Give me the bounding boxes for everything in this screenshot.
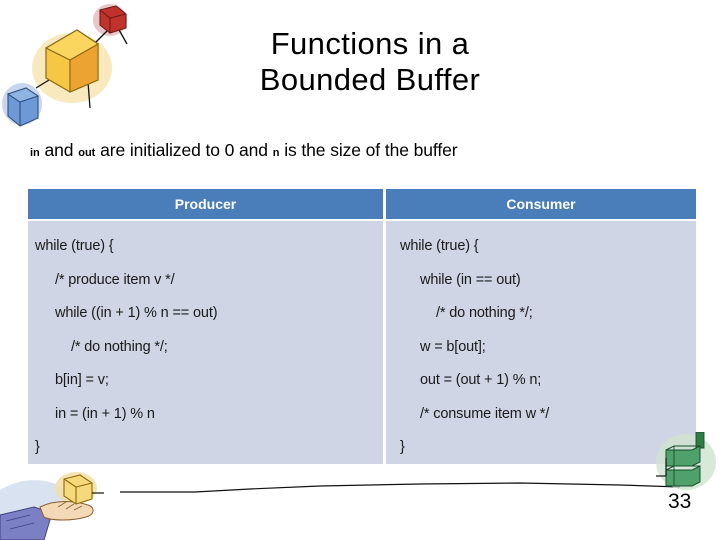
code-line: /* produce item v */ — [55, 271, 175, 288]
column-header-consumer: Consumer — [386, 189, 696, 219]
title-line-2: Bounded Buffer — [259, 62, 481, 97]
subtitle-text: in and out are initialized to 0 and n is… — [30, 140, 690, 161]
column-header-producer: Producer — [28, 189, 383, 219]
table-header-row: Producer Consumer — [28, 189, 696, 219]
code-comparison-table: Producer Consumer while (true) { /* prod… — [28, 189, 696, 464]
code-line: w = b[out]; — [420, 338, 486, 355]
connector-line — [120, 482, 681, 493]
code-line: while (in == out) — [420, 271, 521, 288]
subtitle-part-3: is the size of the buffer — [279, 140, 458, 160]
code-line: out = (out + 1) % n; — [420, 372, 542, 388]
code-line: while (true) { — [400, 238, 479, 254]
code-line: } — [400, 439, 405, 455]
code-line: /* do nothing */; — [71, 338, 168, 355]
code-line: /* do nothing */; — [436, 305, 533, 321]
producer-code-column: while (true) { /* produce item v */ whil… — [28, 221, 383, 464]
title-line-1: Functions in a — [270, 26, 470, 61]
subtitle-part-1: and — [39, 140, 79, 160]
hand-holding-box-clipart — [0, 472, 104, 540]
variable-out: out — [78, 147, 96, 159]
code-line: while (true) { — [35, 238, 114, 254]
subtitle-part-2: are initialized to 0 and — [95, 140, 273, 160]
page-number: 33 — [668, 490, 692, 513]
code-line: /* consume item w */ — [420, 405, 550, 422]
code-line: b[in] = v; — [55, 372, 109, 388]
page-title: Functions in a Bounded Buffer — [150, 26, 590, 98]
code-line: } — [35, 439, 40, 455]
table-body-row: while (true) { /* produce item v */ whil… — [28, 221, 696, 464]
consumer-code-column: while (true) { while (in == out) /* do n… — [386, 221, 696, 464]
code-line: while ((in + 1) % n == out) — [55, 305, 218, 321]
connected-boxes-clipart — [2, 4, 128, 127]
variable-in: in — [30, 147, 40, 159]
code-line: in = (in + 1) % n — [55, 405, 155, 422]
